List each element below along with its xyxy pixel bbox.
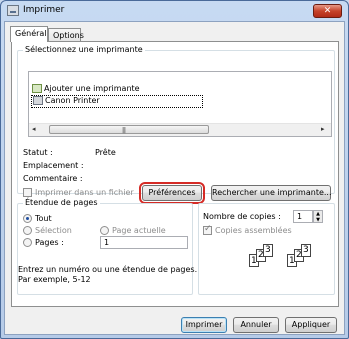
collate-label: Copies assemblées (215, 226, 292, 235)
collate-number: 2 (258, 250, 264, 260)
radio-current-page[interactable] (100, 226, 109, 235)
radio-pages-label: Pages : (35, 238, 64, 247)
radio-selection-label: Sélection (35, 226, 72, 235)
print-button[interactable]: Imprimer (181, 317, 227, 333)
tab-options[interactable]: Options (48, 28, 84, 42)
cancel-button[interactable]: Annuler (233, 317, 279, 333)
print-to-file-label: Imprimer dans un fichier (35, 188, 134, 197)
scrollbar-grip-icon: ||| (122, 127, 126, 134)
page-range-hint: Entrez un numéro ou une étendue de pages… (18, 265, 198, 274)
radio-all-pages-label: Tout (35, 214, 52, 223)
collate-number: 3 (303, 245, 309, 255)
tab-general[interactable]: Général (10, 26, 48, 42)
page-range-group: Étendue de pages Tout Sélection Page act… (17, 198, 197, 295)
collate-checkbox[interactable] (203, 224, 212, 235)
print-to-file-checkbox[interactable] (23, 188, 32, 197)
collate-number: 3 (265, 245, 271, 255)
apply-button[interactable]: Appliquer (285, 317, 337, 333)
copies-group: Nombre de copies : 1 ▲▼ Copies assemblée… (198, 203, 335, 295)
printer-icon (33, 96, 43, 105)
printer-list[interactable]: Ajouter une imprimante Canon Printer ◂ |… (28, 71, 332, 137)
status-label: Statut : (23, 148, 53, 157)
page-range-example: Par exemple, 5-12 (18, 275, 91, 284)
location-label: Emplacement : (23, 161, 84, 170)
collate-number: 1 (251, 256, 257, 266)
copies-count-label: Nombre de copies : (203, 212, 281, 221)
pages-input[interactable]: 1 (100, 236, 188, 249)
scroll-left-arrow-icon[interactable]: ◂ (32, 125, 36, 133)
close-button[interactable]: ✕ (313, 4, 342, 18)
dialog-client-area: Général Options Sélectionnez une imprima… (4, 21, 345, 335)
find-printer-button[interactable]: Rechercher une imprimante... (211, 185, 332, 201)
horizontal-scrollbar[interactable]: ◂ ||| ▸ (29, 123, 331, 136)
comment-label: Commentaire : (23, 174, 83, 183)
preferences-button[interactable]: Préférences (139, 182, 205, 204)
copies-spinner[interactable]: ▲ ▼ (313, 210, 323, 223)
printer-icon (7, 5, 19, 16)
radio-selection[interactable] (23, 226, 32, 235)
collate-number: 2 (296, 250, 302, 260)
radio-current-page-label: Page actuelle (112, 226, 166, 235)
list-item-label: Ajouter une imprimante (44, 84, 140, 93)
add-printer-icon (32, 84, 42, 93)
page-range-legend: Étendue de pages (23, 198, 100, 207)
list-item-label: Canon Printer (45, 96, 100, 105)
window-title: Imprimer (23, 5, 65, 15)
scroll-right-arrow-icon[interactable]: ▸ (321, 125, 325, 133)
copies-count-input[interactable]: 1 (293, 210, 313, 223)
collate-number: 1 (289, 256, 295, 266)
general-tab-panel: Sélectionnez une imprimante Ajouter une … (11, 41, 339, 307)
printer-group-legend: Sélectionnez une imprimante (23, 45, 145, 54)
status-value: Prête (95, 148, 116, 157)
printer-selection-group: Sélectionnez une imprimante Ajouter une … (17, 45, 335, 204)
scrollbar-thumb[interactable]: ||| (49, 125, 209, 134)
radio-all-pages[interactable] (23, 214, 32, 223)
title-bar[interactable]: Imprimer ✕ (1, 1, 348, 21)
list-item-canon-printer[interactable]: Canon Printer (31, 95, 203, 108)
radio-pages[interactable] (23, 238, 32, 247)
print-dialog-window: Imprimer ✕ Général Options Sélectionnez … (0, 0, 349, 339)
list-item-add-printer[interactable]: Ajouter une imprimante (32, 84, 140, 95)
